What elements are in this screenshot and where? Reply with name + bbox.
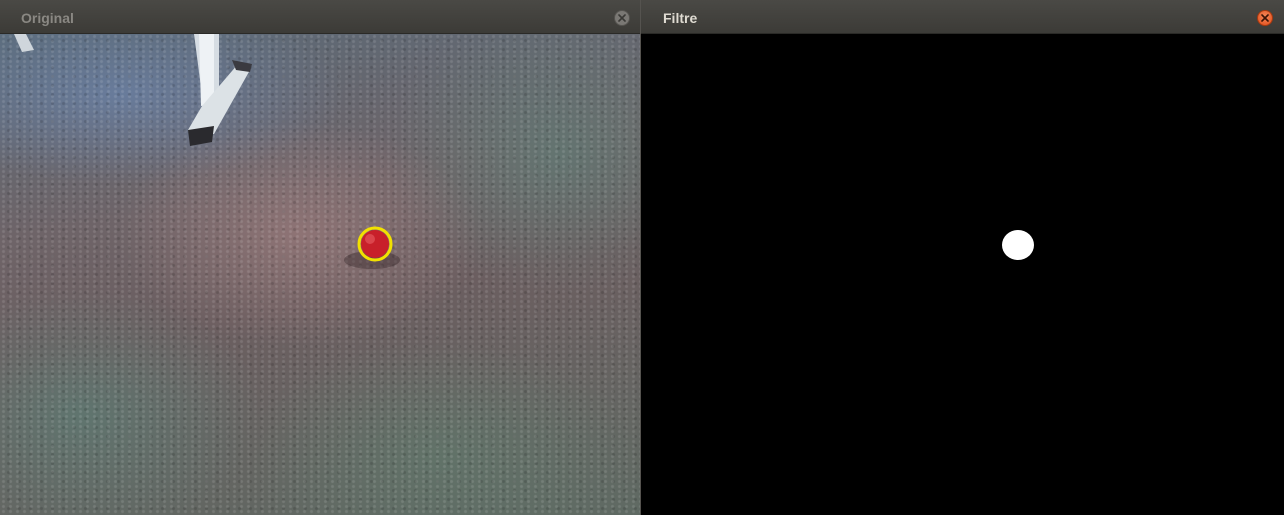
- ball-highlight: [365, 234, 375, 244]
- close-icon: [618, 14, 626, 22]
- filtre-titlebar[interactable]: Filtre: [641, 0, 1284, 34]
- desk-leg: [188, 34, 252, 146]
- filtre-window: Filtre: [641, 0, 1284, 515]
- camera-image: [0, 34, 641, 515]
- camera-scene: [14, 34, 400, 269]
- desk-leg-corner: [14, 34, 34, 52]
- original-window: Original: [0, 0, 641, 515]
- mask-image: [641, 34, 1284, 515]
- original-window-title: Original: [21, 10, 74, 26]
- filtre-window-title: Filtre: [663, 10, 698, 26]
- filtre-close-button[interactable]: [1257, 10, 1273, 26]
- red-ball: [361, 230, 389, 258]
- close-icon: [1261, 14, 1269, 22]
- mask-blob: [1002, 230, 1034, 260]
- original-titlebar[interactable]: Original: [0, 0, 641, 34]
- original-close-button[interactable]: [614, 10, 630, 26]
